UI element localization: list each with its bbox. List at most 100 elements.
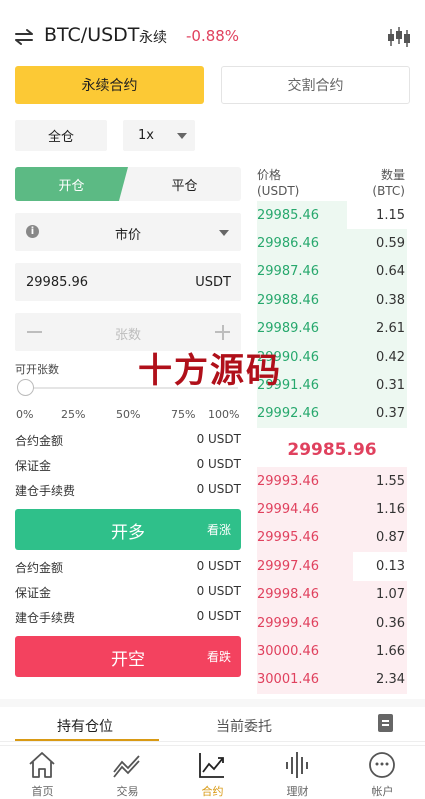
orderbook-price: 29987.46 (257, 264, 320, 280)
margin-mode-button[interactable]: 全仓 (15, 120, 107, 151)
trend-icon (113, 755, 140, 778)
info-label: 保证金 (15, 586, 52, 600)
contract-chart-icon (199, 753, 224, 778)
tab-open-orders[interactable]: 当前委托 (216, 716, 272, 736)
tab-divider (0, 741, 425, 742)
orderbook-bid-row[interactable]: 29987.46 0.64 (257, 258, 407, 286)
orderbook-qty: 0.64 (376, 264, 405, 280)
margin-row: 保证金 0 USDT (15, 457, 241, 474)
open-close-toggle: 开仓 平仓 (15, 167, 241, 201)
orderbook-ask-row[interactable]: 29999.46 0.36 (257, 609, 407, 637)
orderbook-qty: 2.34 (376, 672, 405, 688)
price-input[interactable]: 29985.96 USDT (15, 263, 241, 301)
orderbook-bid-row[interactable]: 29989.46 2.61 (257, 315, 407, 343)
orderbook-ask-row[interactable]: 29994.46 1.16 (257, 495, 407, 523)
info-value: 0 USDT (196, 609, 241, 623)
orderbook-qty: 0.36 (376, 615, 405, 631)
orderbook-price: 29985.46 (257, 207, 320, 223)
info-value: 0 USDT (196, 457, 241, 471)
orderbook-ask-row[interactable]: 29993.46 1.55 (257, 467, 407, 495)
info-value: 0 USDT (196, 432, 241, 446)
slider-mark[interactable]: 25% (61, 408, 85, 421)
nav-contract[interactable]: 合约 (170, 746, 255, 798)
last-price: 29985.96 (287, 440, 377, 460)
close-position-tab[interactable]: 平仓 (128, 167, 241, 201)
orderbook-qty: 0.37 (376, 406, 405, 422)
orderbook-qty: 0.87 (376, 530, 405, 546)
fee-row: 建仓手续费 0 USDT (15, 482, 241, 499)
orderbook-ask-row[interactable]: 29998.46 1.07 (257, 581, 407, 609)
bottom-navigation: 首页 交易 合约 理财 帐户 (0, 745, 425, 798)
document-icon[interactable] (378, 714, 393, 732)
swap-arrows-icon[interactable] (14, 28, 34, 46)
slider-handle[interactable] (17, 379, 34, 396)
orderbook-bid-row[interactable]: 29985.46 1.15 (257, 201, 407, 229)
orderbook-qty: 0.38 (376, 292, 405, 308)
orderbook-ask-row[interactable]: 29997.46 0.13 (257, 552, 407, 580)
contract-amount-row: 合约金额 0 USDT (15, 432, 241, 449)
slider-mark[interactable]: 50% (116, 408, 140, 421)
price-change: -0.88% (186, 27, 240, 45)
margin-row: 保证金 0 USDT (15, 584, 241, 601)
tab-positions[interactable]: 持有仓位 (57, 716, 113, 736)
info-value: 0 USDT (196, 482, 241, 496)
orderbook-qty: 1.55 (376, 473, 405, 489)
price-value: 29985.96 (26, 275, 89, 290)
order-type-select[interactable]: i 市价 (15, 213, 241, 251)
orderbook-bid-row[interactable]: 29992.46 0.37 (257, 400, 407, 428)
orderbook-qty-header: 数量 (BTC) (372, 168, 405, 198)
info-value: 0 USDT (196, 559, 241, 573)
orderbook-qty: 2.61 (376, 321, 405, 337)
orderbook-qty: 0.31 (376, 378, 405, 394)
orderbook-ask-row[interactable]: 30001.46 2.34 (257, 666, 407, 694)
orderbook-ask-row[interactable]: 30000.46 1.66 (257, 637, 407, 665)
orderbook-price: 29998.46 (257, 587, 320, 603)
orderbook-price: 29989.46 (257, 321, 320, 337)
orderbook-qty: 1.07 (376, 587, 405, 603)
orderbook-qty: 1.66 (376, 644, 405, 660)
waveform-icon (286, 752, 308, 778)
order-type-value: 市价 (114, 228, 141, 243)
info-value: 0 USDT (196, 584, 241, 598)
orderbook-price: 29993.46 (257, 473, 320, 489)
nav-finance[interactable]: 理财 (255, 746, 340, 798)
trading-pair[interactable]: BTC/USDT (44, 24, 139, 46)
bearish-label: 看跌 (206, 650, 231, 664)
slider-mark[interactable]: 0% (16, 408, 33, 421)
bullish-label: 看涨 (206, 523, 231, 537)
chevron-down-icon (177, 133, 187, 139)
chevron-down-icon (219, 230, 229, 236)
contract-amount-row: 合约金额 0 USDT (15, 559, 241, 576)
open-short-button[interactable]: 开空 看跌 (15, 636, 241, 677)
orderbook-qty: 0.13 (376, 558, 405, 574)
orderbook-price-header: 价格 (USDT) (257, 168, 300, 198)
open-position-tab[interactable]: 开仓 (15, 167, 128, 201)
price-unit: USDT (195, 275, 231, 290)
orderbook-price: 30001.46 (257, 672, 320, 688)
nav-trade[interactable]: 交易 (85, 746, 170, 798)
nav-account[interactable]: 帐户 (340, 746, 425, 798)
orderbook-bid-row[interactable]: 29986.46 0.59 (257, 229, 407, 257)
info-label: 建仓手续费 (15, 611, 76, 625)
info-label: 合约金额 (15, 434, 64, 448)
leverage-select[interactable]: 1x (123, 120, 195, 151)
tab-perpetual-contract[interactable]: 永续合约 (15, 66, 204, 104)
orderbook-price: 29988.46 (257, 292, 320, 308)
slider-mark[interactable]: 75% (171, 408, 195, 421)
orderbook-price: 29992.46 (257, 406, 320, 422)
orderbook-price: 30000.46 (257, 644, 320, 660)
available-contracts-label: 可开张数 (15, 363, 59, 376)
info-label: 合约金额 (15, 561, 64, 575)
orderbook-qty: 1.15 (376, 207, 405, 223)
tab-delivery-contract[interactable]: 交割合约 (221, 66, 410, 104)
watermark-text: 十方源码 (138, 351, 282, 391)
section-divider (0, 699, 425, 707)
orderbook-ask-row[interactable]: 29995.46 0.87 (257, 524, 407, 552)
home-icon (29, 752, 55, 778)
orderbook-bid-row[interactable]: 29988.46 0.38 (257, 286, 407, 314)
leverage-value: 1x (138, 128, 154, 143)
candlestick-icon[interactable] (386, 25, 412, 49)
open-long-button[interactable]: 开多 看涨 (15, 509, 241, 550)
nav-home[interactable]: 首页 (0, 746, 85, 798)
slider-mark[interactable]: 100% (208, 408, 239, 421)
